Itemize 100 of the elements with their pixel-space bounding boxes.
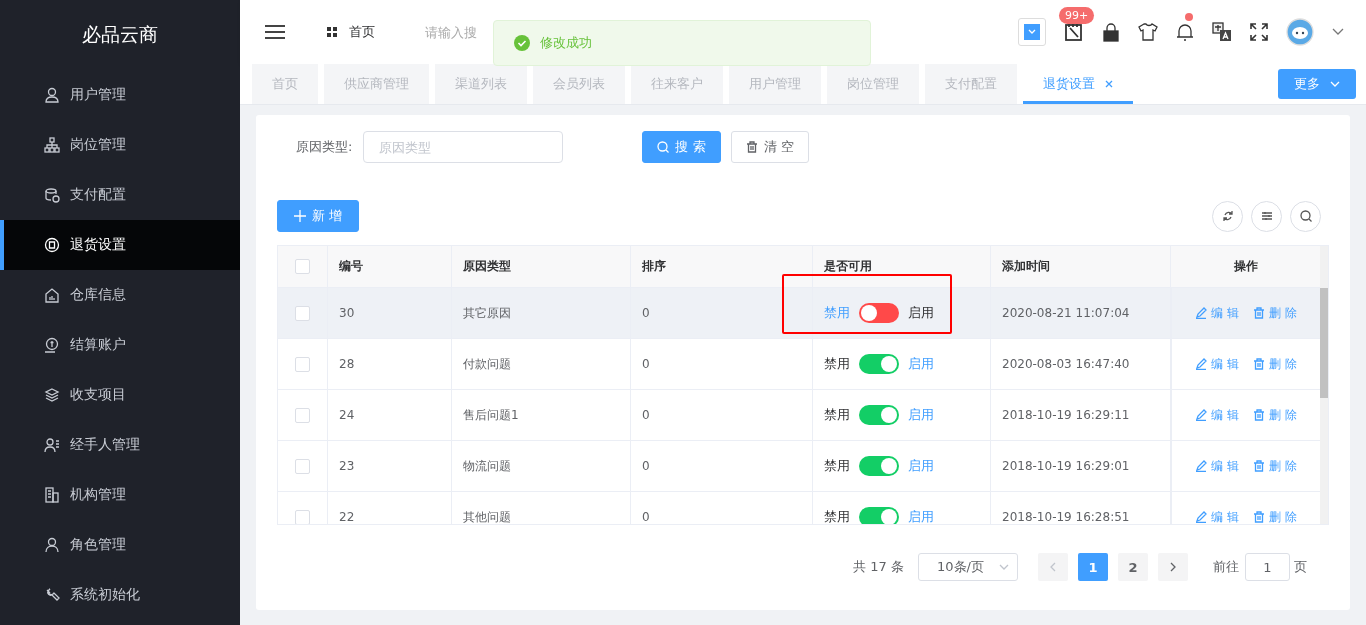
select-all-checkbox[interactable]	[295, 259, 310, 274]
search-icon	[657, 141, 670, 153]
sidebar-item[interactable]: 退货设置	[0, 220, 240, 270]
toggle-switch[interactable]	[859, 507, 899, 524]
page-tab[interactable]: 岗位管理	[827, 64, 919, 104]
switch-label[interactable]: 禁用	[824, 355, 850, 373]
switch-label[interactable]: 启用	[908, 406, 934, 424]
table-cell: 其它原因	[452, 288, 631, 338]
delete-link[interactable]: 删 除	[1253, 355, 1297, 373]
previous-page-button[interactable]	[1038, 553, 1068, 581]
delete-link[interactable]: 删 除	[1253, 406, 1297, 424]
refresh-icon	[1221, 210, 1234, 222]
switch-label[interactable]: 启用	[908, 457, 934, 475]
table-cell: 0	[631, 390, 813, 440]
coins-icon	[44, 187, 60, 203]
sidebar-item[interactable]: 机构管理	[0, 470, 240, 520]
delete-link[interactable]: 删 除	[1253, 457, 1297, 475]
switch-label[interactable]: 启用	[908, 355, 934, 373]
page-number-field[interactable]: 1	[1245, 553, 1290, 581]
table-tool-button[interactable]	[1251, 200, 1282, 232]
page-number[interactable]: 2	[1118, 553, 1148, 581]
reason-type-field[interactable]: 原因类型	[363, 131, 564, 163]
page-tab[interactable]: 渠道列表	[435, 64, 527, 104]
lock-icon	[1102, 22, 1120, 42]
row-checkbox[interactable]	[295, 458, 310, 474]
sidebar-item[interactable]: 经手人管理	[0, 420, 240, 470]
sidebar-item[interactable]: 支付配置	[0, 170, 240, 220]
scrollbar-thumb[interactable]	[1320, 288, 1328, 398]
next-page-button[interactable]	[1158, 553, 1188, 581]
table-cell: 2018-10-19 16:28:51	[991, 492, 1171, 524]
pencil-icon	[1195, 409, 1208, 421]
toggle-switch[interactable]	[859, 354, 899, 374]
page-tab[interactable]: 会员列表	[533, 64, 625, 104]
sidebar-item[interactable]: 岗位管理	[0, 120, 240, 170]
add-button[interactable]: 新 增	[277, 200, 360, 232]
page-suffix: 页	[1294, 558, 1307, 576]
switch-label[interactable]: 禁用	[824, 304, 850, 322]
edit-link[interactable]: 编 辑	[1195, 508, 1239, 524]
delete-link[interactable]: 删 除	[1253, 304, 1297, 322]
color-picker[interactable]	[1018, 18, 1046, 46]
success-icon	[514, 35, 530, 51]
toggle-switch[interactable]	[859, 303, 899, 323]
trash-icon	[1253, 409, 1265, 421]
table-cell: 物流问题	[452, 441, 631, 491]
edit-link[interactable]: 编 辑	[1195, 406, 1239, 424]
page-tab[interactable]: 首页	[252, 64, 318, 104]
sidebar-item[interactable]: 结算账户	[0, 320, 240, 370]
wrench-icon	[44, 587, 60, 603]
table-cell: 23	[328, 441, 452, 491]
close-icon[interactable]	[1105, 80, 1113, 88]
switch-label[interactable]: 禁用	[824, 508, 850, 524]
menu-icon[interactable]	[265, 24, 285, 40]
page-tab[interactable]: 供应商管理	[324, 64, 429, 104]
chevron-down-icon	[1330, 81, 1340, 87]
avatar-icon	[1286, 18, 1314, 46]
row-checkbox[interactable]	[295, 407, 310, 423]
chevron-down-icon	[1332, 28, 1344, 36]
column-header: 编号	[328, 246, 452, 287]
column-header: 添加时间	[991, 246, 1171, 287]
search-button[interactable]: 搜 索	[642, 131, 721, 163]
sidebar-item[interactable]: 系统初始化	[0, 570, 240, 620]
app-logo: 必品云商	[81, 22, 159, 47]
count-badge: 99+	[1059, 7, 1095, 24]
table-cell: 24	[328, 390, 452, 440]
edit-link[interactable]: 编 辑	[1195, 355, 1239, 373]
page-tab[interactable]: 往来客户	[631, 64, 723, 104]
breadcrumb-link[interactable]: 首页	[349, 23, 375, 41]
bell-icon	[1176, 22, 1194, 42]
toggle-switch[interactable]	[859, 456, 899, 476]
page-size-select[interactable]: 10条/页	[918, 553, 1018, 581]
switch-label[interactable]: 启用	[908, 508, 934, 524]
clear-button[interactable]: 清 空	[730, 131, 809, 163]
switch-label[interactable]: 禁用	[824, 406, 850, 424]
switch-label[interactable]: 禁用	[824, 457, 850, 475]
more-button[interactable]: 更多	[1278, 69, 1356, 99]
grid-icon	[327, 27, 337, 37]
pencil-icon	[1195, 511, 1208, 523]
table-tool-button[interactable]	[1290, 200, 1321, 232]
toggle-switch[interactable]	[859, 405, 899, 425]
building-icon	[44, 487, 60, 503]
sidebar-item[interactable]: 用户管理	[0, 70, 240, 120]
row-checkbox[interactable]	[295, 356, 310, 372]
edit-link[interactable]: 编 辑	[1195, 304, 1239, 322]
row-checkbox[interactable]	[295, 509, 310, 524]
toast-message: 修改成功	[540, 34, 592, 52]
page-tab[interactable]: 支付配置	[925, 64, 1017, 104]
row-checkbox[interactable]	[295, 305, 310, 321]
page-tab[interactable]: 用户管理	[729, 64, 821, 104]
search-icon	[1299, 210, 1312, 222]
goto-label: 前往	[1213, 558, 1239, 576]
sidebar-item[interactable]: 角色管理	[0, 520, 240, 570]
sidebar-item[interactable]: 收支项目	[0, 370, 240, 420]
caret-icon	[1024, 24, 1040, 40]
table-cell: 2020-08-21 11:07:04	[991, 288, 1171, 338]
page-number[interactable]: 1	[1078, 553, 1108, 581]
sidebar-item[interactable]: 仓库信息	[0, 270, 240, 320]
delete-link[interactable]: 删 除	[1253, 508, 1297, 524]
switch-label[interactable]: 启用	[908, 304, 934, 322]
table-tool-button[interactable]	[1212, 200, 1243, 232]
edit-link[interactable]: 编 辑	[1195, 457, 1239, 475]
